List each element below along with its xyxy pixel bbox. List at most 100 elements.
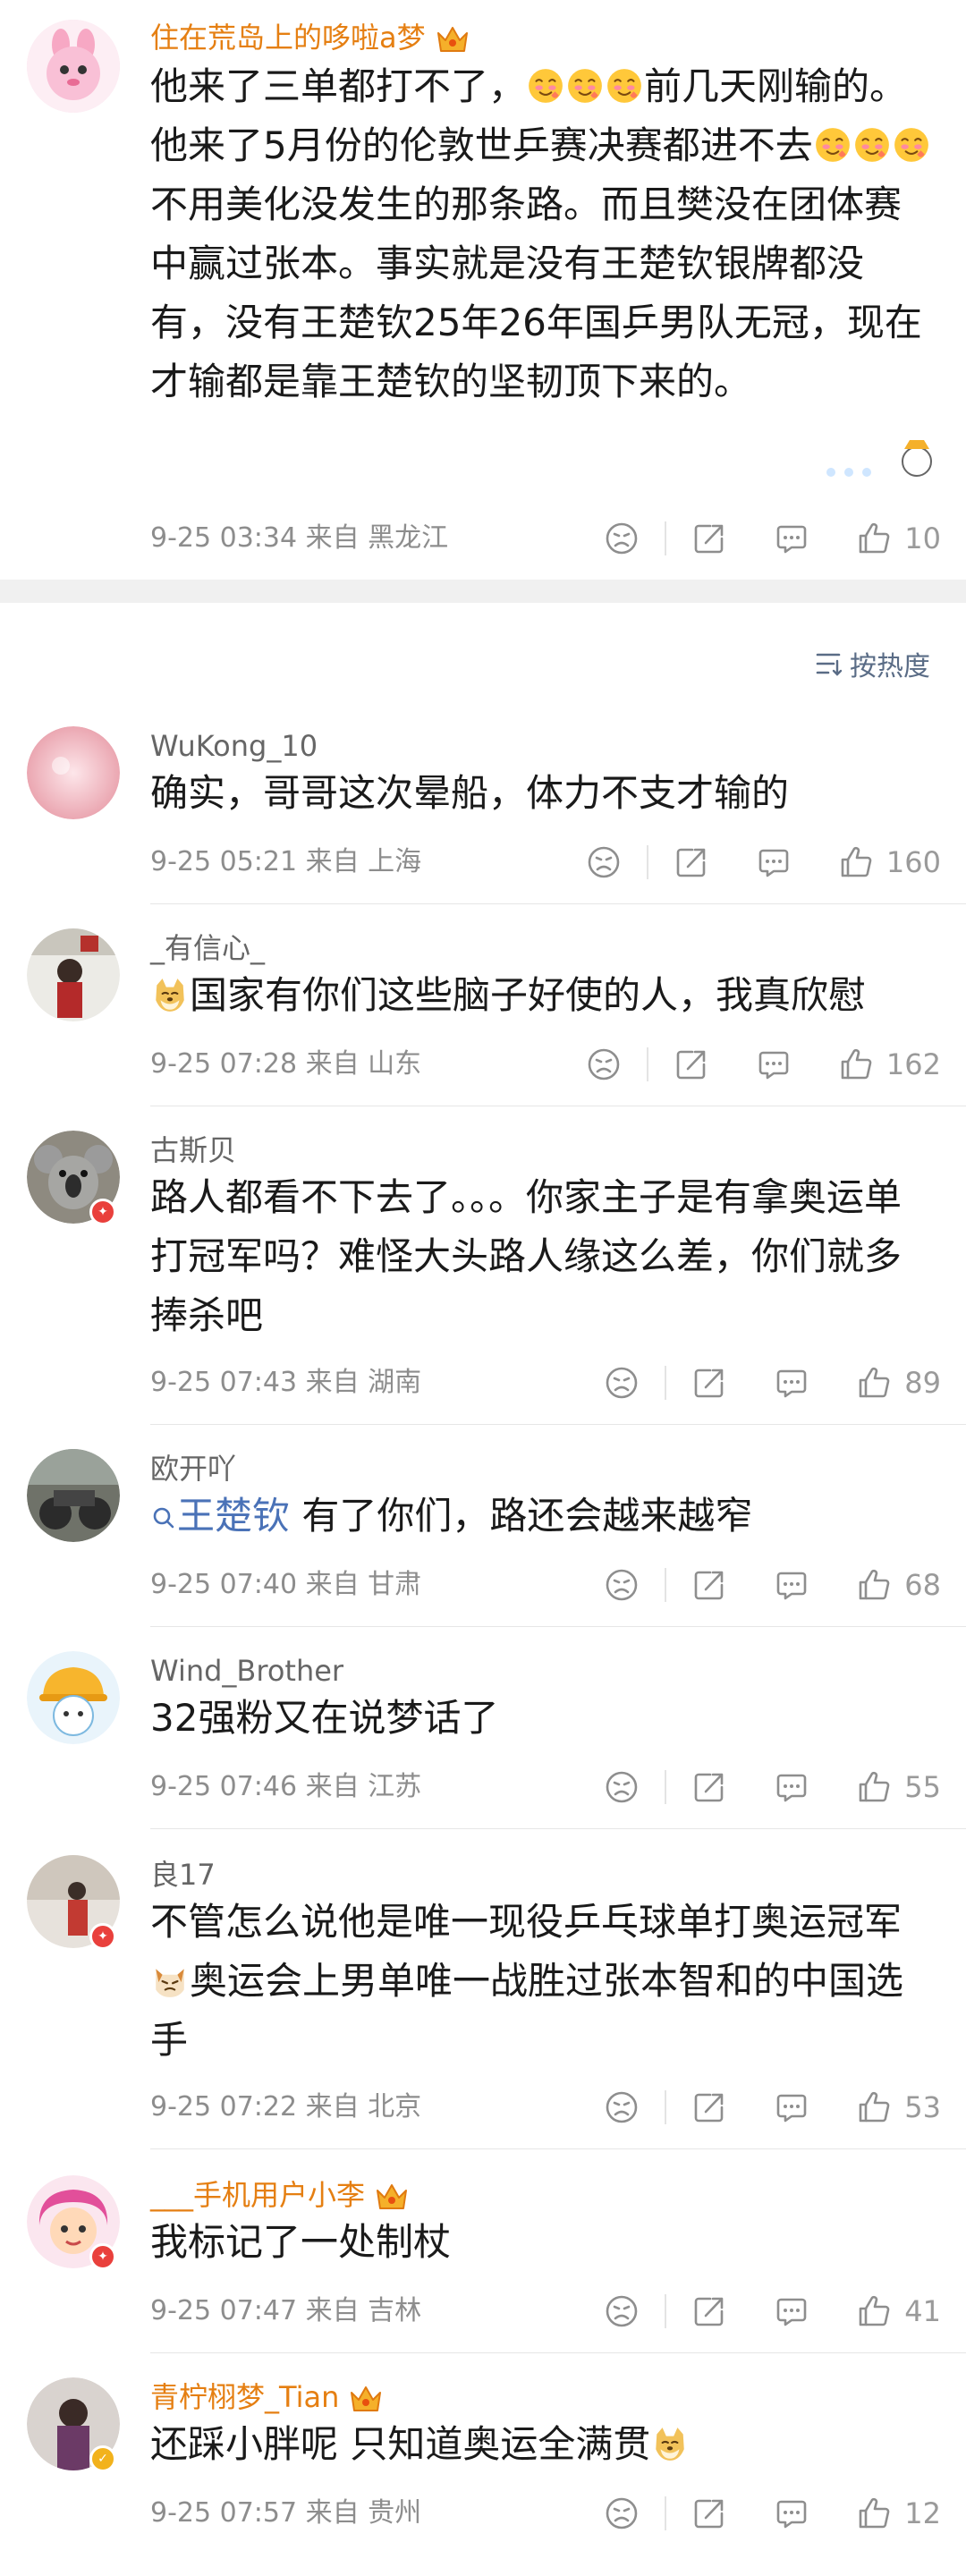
verified-badge: ✓: [89, 2445, 116, 2472]
share-button[interactable]: [691, 521, 727, 556]
emoji-icon: [853, 126, 891, 164]
avatar[interactable]: [27, 1449, 120, 1542]
reply-button[interactable]: [774, 1769, 809, 1805]
dislike-face-icon: [604, 2496, 640, 2531]
comment-meta: 9-25 05:21 来自 上海: [150, 846, 422, 877]
avatar-image: [27, 20, 120, 113]
reply-button[interactable]: [774, 2293, 809, 2329]
share-button[interactable]: [691, 1365, 727, 1401]
like-button[interactable]: 68: [856, 1567, 941, 1603]
comment-icon: [774, 1769, 809, 1805]
emoji-icon: [151, 976, 189, 1013]
like-button[interactable]: 160: [838, 844, 941, 880]
emoji-icon: [566, 67, 604, 105]
dislike-button[interactable]: [586, 844, 622, 880]
thumb-up-icon: [838, 844, 874, 880]
avatar[interactable]: [27, 20, 120, 113]
search-icon: [150, 1504, 177, 1531]
dislike-button[interactable]: [604, 2496, 640, 2531]
like-count: 12: [904, 2496, 941, 2530]
share-button[interactable]: [691, 2089, 727, 2125]
comment-icon: [774, 2293, 809, 2329]
dislike-button[interactable]: [604, 521, 640, 556]
dislike-face-icon: [604, 2089, 640, 2125]
like-button[interactable]: 55: [856, 1769, 941, 1805]
divider: [150, 2352, 966, 2353]
divider: [646, 845, 648, 879]
comment-meta: 9-25 07:43 来自 湖南: [150, 1367, 422, 1398]
reply-button[interactable]: [774, 2496, 809, 2531]
action-bar: 68: [604, 1565, 941, 1605]
avatar[interactable]: [27, 1651, 120, 1744]
dislike-face-icon: [604, 2293, 640, 2329]
username[interactable]: 青柠栩梦_Tian: [150, 2379, 384, 2415]
action-bar: 162: [586, 1045, 941, 1084]
username[interactable]: _有信心_: [150, 930, 265, 966]
comment-icon: [774, 2496, 809, 2531]
avatar[interactable]: [27, 928, 120, 1021]
username[interactable]: WuKong_10: [150, 728, 318, 764]
username[interactable]: 欧开吖: [150, 1451, 236, 1487]
like-button[interactable]: 41: [856, 2293, 941, 2329]
thumb-up-icon: [856, 1769, 892, 1805]
like-button[interactable]: 162: [838, 1046, 941, 1082]
share-button[interactable]: [691, 2496, 727, 2531]
dislike-button[interactable]: [604, 1567, 640, 1603]
emoji-icon: [606, 67, 643, 105]
sort-button[interactable]: 按热度: [814, 646, 930, 682]
dislike-button[interactable]: [604, 1365, 640, 1401]
username[interactable]: 古斯贝: [150, 1132, 236, 1168]
action-bar: 10: [604, 519, 941, 558]
share-button[interactable]: [674, 844, 709, 880]
thumb-up-icon: [856, 2089, 892, 2125]
comment-icon: [774, 521, 809, 556]
dislike-button[interactable]: [604, 2293, 640, 2329]
comment-text: 还踩小胖呢 只知道奥运全满贯: [150, 2415, 937, 2474]
share-button[interactable]: [691, 2293, 727, 2329]
avatar[interactable]: [27, 726, 120, 819]
username[interactable]: 住在荒岛上的哆啦a梦: [150, 20, 470, 55]
username[interactable]: 良17: [150, 1857, 216, 1893]
reply-button[interactable]: [774, 1567, 809, 1603]
comment-icon: [774, 1365, 809, 1401]
username[interactable]: ___手机用户小李: [150, 2177, 410, 2213]
reply-button[interactable]: [774, 2089, 809, 2125]
comment-meta: 9-25 07:57 来自 贵州: [150, 2497, 422, 2529]
dislike-button[interactable]: [586, 1046, 622, 1082]
divider: [665, 521, 667, 555]
like-button[interactable]: 12: [856, 2496, 941, 2531]
dislike-face-icon: [586, 844, 622, 880]
dislike-button[interactable]: [604, 2089, 640, 2125]
divider: [150, 903, 966, 904]
sort-lines-icon: [816, 653, 843, 676]
divider: [665, 1366, 667, 1400]
thumb-up-icon: [856, 2293, 892, 2329]
divider: [150, 2148, 966, 2149]
reply-button[interactable]: [756, 844, 792, 880]
like-count: 68: [904, 1568, 941, 1602]
crown-icon: [348, 2384, 384, 2414]
dislike-face-icon: [604, 1769, 640, 1805]
verified-badge: ✦: [89, 2243, 116, 2270]
like-button[interactable]: 10: [856, 521, 941, 556]
share-icon: [691, 2293, 727, 2329]
thumb-up-icon: [856, 2496, 892, 2531]
like-button[interactable]: 53: [856, 2089, 941, 2125]
avatar-image: [27, 1449, 120, 1542]
username[interactable]: Wind_Brother: [150, 1653, 343, 1689]
share-button[interactable]: [691, 1769, 727, 1805]
avatar-image: [27, 1651, 120, 1744]
like-button[interactable]: 89: [856, 1365, 941, 1401]
comment-text: 确实，哥哥这次晕船，体力不支才输的: [150, 771, 790, 815]
divider: [665, 2294, 667, 2328]
reply-button[interactable]: [774, 521, 809, 556]
reply-button[interactable]: [756, 1046, 792, 1082]
dislike-button[interactable]: [604, 1769, 640, 1805]
share-button[interactable]: [691, 1567, 727, 1603]
share-icon: [674, 1046, 709, 1082]
share-button[interactable]: [674, 1046, 709, 1082]
dislike-face-icon: [604, 521, 640, 556]
divider: [665, 1770, 667, 1804]
reply-button[interactable]: [774, 1365, 809, 1401]
topic-link[interactable]: 王楚钦: [150, 1494, 290, 1538]
